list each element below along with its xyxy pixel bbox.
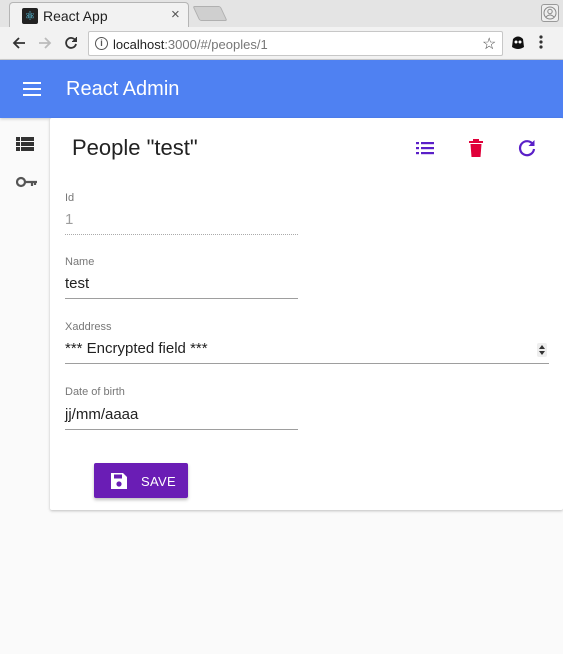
id-label: Id — [65, 192, 75, 204]
star-icon[interactable]: ☆ — [482, 34, 496, 54]
info-icon[interactable]: i — [95, 37, 108, 50]
new-tab-button[interactable] — [192, 6, 228, 21]
dob-underline — [65, 429, 298, 430]
view-list-icon[interactable] — [16, 137, 34, 156]
more-vert-icon[interactable] — [538, 33, 544, 56]
xaddress-field[interactable] — [65, 340, 525, 357]
name-field[interactable] — [65, 275, 298, 292]
tab-title: React App — [43, 8, 108, 24]
browser-tab[interactable]: ⚛ React App × — [9, 2, 189, 27]
tab-close-icon[interactable]: × — [171, 6, 180, 23]
id-value: 1 — [65, 211, 74, 228]
react-logo-icon: ⚛ — [22, 8, 38, 24]
refresh-icon[interactable] — [516, 137, 538, 159]
arrow-right-icon[interactable] — [35, 33, 55, 53]
arrow-left-icon[interactable] — [9, 33, 29, 53]
xaddress-label: Xaddress — [65, 321, 112, 333]
menu-icon[interactable] — [23, 82, 41, 96]
xaddress-underline — [65, 363, 549, 364]
trash-icon[interactable] — [465, 137, 487, 159]
profile-icon[interactable] — [541, 4, 559, 22]
dob-label: Date of birth — [65, 386, 125, 398]
browser-toolbar: i localhost:3000/#/peoples/1 ☆ — [0, 27, 563, 60]
app-bar: React Admin — [0, 60, 563, 118]
name-label: Name — [65, 256, 95, 268]
app-title: React Admin — [66, 78, 180, 100]
dob-field[interactable]: jj/mm/aaaa — [65, 406, 138, 423]
name-underline — [65, 298, 298, 299]
address-bar[interactable]: i localhost:3000/#/peoples/1 ☆ — [88, 31, 503, 56]
save-label: SAVE — [141, 474, 176, 489]
url-text: localhost:3000/#/peoples/1 — [113, 37, 268, 52]
number-spinner[interactable] — [537, 343, 547, 357]
edit-card: People "test" Id 1 Name Xaddress Date of… — [50, 118, 563, 510]
floppy-disk-icon — [110, 472, 128, 495]
save-button[interactable]: SAVE — [94, 463, 188, 498]
extension-icon[interactable] — [511, 35, 525, 56]
id-underline — [65, 234, 298, 235]
page-title: People "test" — [72, 135, 198, 160]
key-icon[interactable] — [15, 175, 38, 193]
reload-icon[interactable] — [61, 33, 81, 53]
browser-tab-strip: ⚛ React App × — [0, 0, 563, 27]
list-icon[interactable] — [414, 137, 436, 159]
